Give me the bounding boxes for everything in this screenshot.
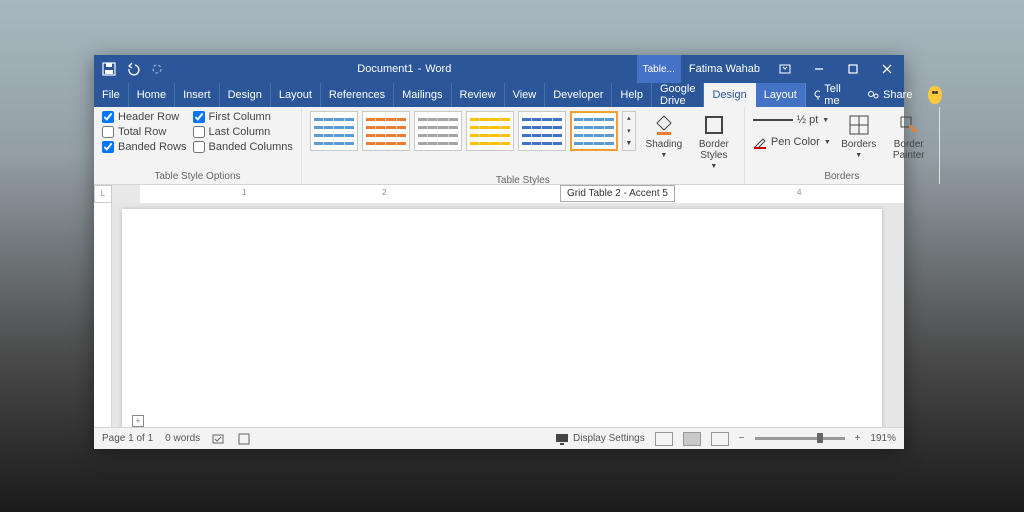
line-preview-icon (753, 119, 793, 121)
tab-mailings[interactable]: Mailings (394, 83, 451, 107)
checkbox-last-column[interactable]: Last Column (193, 126, 293, 138)
border-styles-icon (702, 113, 726, 137)
pen-weight-dropdown[interactable]: ½ pt ▼ (753, 111, 831, 129)
table-style-thumb[interactable] (362, 111, 410, 151)
shading-button[interactable]: Shading▼ (642, 111, 686, 162)
web-layout-icon[interactable] (711, 432, 729, 446)
status-page[interactable]: Page 1 of 1 (102, 433, 153, 444)
share-button[interactable]: Share (861, 89, 918, 101)
tab-help[interactable]: Help (612, 83, 652, 107)
status-bar: Page 1 of 1 0 words Display Settings − +… (94, 427, 904, 449)
user-name: Fatima Wahab (681, 63, 768, 75)
read-mode-icon[interactable] (655, 432, 673, 446)
redo-icon[interactable] (150, 62, 164, 76)
ribbon-options-icon[interactable] (768, 55, 802, 83)
table-style-thumb-selected[interactable] (570, 111, 618, 151)
tab-design[interactable]: Design (220, 83, 271, 107)
tab-references[interactable]: References (321, 83, 394, 107)
border-styles-button[interactable]: Border Styles▼ (692, 111, 736, 173)
title-bar-right: Table... Fatima Wahab (637, 55, 904, 83)
checkbox-banded-columns[interactable]: Banded Columns (193, 141, 293, 153)
feedback-smiley-icon[interactable] (928, 86, 941, 104)
tab-table-layout[interactable]: Layout (756, 83, 806, 107)
table-tools-label: Table... (637, 55, 681, 83)
borders-icon (847, 113, 871, 137)
minimize-icon[interactable] (802, 55, 836, 83)
checkbox-total-row[interactable]: Total Row (102, 126, 187, 138)
group-label-borders: Borders (753, 169, 931, 182)
group-borders: ½ pt ▼ Pen Color ▼ Borders▼ Border Paint (745, 107, 940, 184)
tab-google-drive[interactable]: Google Drive (652, 83, 704, 107)
zoom-out-button[interactable]: − (739, 433, 745, 444)
table-anchor-icon[interactable]: + (132, 415, 144, 427)
tab-review[interactable]: Review (452, 83, 505, 107)
table-style-thumb[interactable] (518, 111, 566, 151)
ribbon-tabs: File Home Insert Design Layout Reference… (94, 83, 904, 107)
undo-icon[interactable] (126, 62, 140, 76)
share-icon (867, 89, 879, 101)
document-name: Document1 (357, 63, 413, 75)
macro-icon[interactable] (238, 433, 250, 445)
table-style-thumb[interactable] (414, 111, 462, 151)
checkbox-header-row[interactable]: Header Row (102, 111, 187, 123)
tab-home[interactable]: Home (129, 83, 175, 107)
print-layout-icon[interactable] (683, 432, 701, 446)
app-name: Word (425, 63, 451, 75)
document-page[interactable]: + (122, 209, 882, 427)
tab-view[interactable]: View (505, 83, 546, 107)
group-table-style-options: Header Row Total Row Banded Rows First C… (94, 107, 302, 184)
maximize-icon[interactable] (836, 55, 870, 83)
border-painter-icon (897, 113, 921, 137)
title-bar: Document1 - Word Table... Fatima Wahab (94, 55, 904, 83)
tell-me-search[interactable]: Tell me (806, 83, 855, 107)
quick-access-toolbar (94, 62, 172, 76)
table-style-thumb[interactable] (310, 111, 358, 151)
border-painter-button[interactable]: Border Painter (887, 111, 931, 163)
document-area: + (94, 203, 904, 427)
borders-button[interactable]: Borders▼ (837, 111, 881, 162)
window-title: Document1 - Word (172, 63, 637, 75)
zoom-slider[interactable] (755, 437, 845, 440)
lightbulb-icon (812, 89, 821, 101)
shading-icon (652, 113, 676, 137)
display-settings-button[interactable]: Display Settings (555, 433, 645, 445)
ruler-track[interactable]: 1 2 3 4 Grid Table 2 - Accent 5 (112, 185, 904, 203)
style-tooltip: Grid Table 2 - Accent 5 (560, 185, 675, 202)
zoom-in-button[interactable]: + (855, 433, 861, 444)
gallery-more-button[interactable]: ▴▾▼ (622, 111, 636, 151)
ribbon: Header Row Total Row Banded Rows First C… (94, 107, 904, 185)
tab-developer[interactable]: Developer (545, 83, 612, 107)
pen-color-icon (753, 135, 767, 149)
status-words[interactable]: 0 words (165, 433, 200, 444)
checkbox-banded-rows[interactable]: Banded Rows (102, 141, 187, 153)
monitor-icon (555, 433, 569, 445)
tab-table-design[interactable]: Design (704, 83, 755, 107)
group-label-style-options: Table Style Options (102, 169, 293, 182)
word-app-window: Document1 - Word Table... Fatima Wahab F… (94, 55, 904, 449)
tab-layout[interactable]: Layout (271, 83, 321, 107)
save-icon[interactable] (102, 62, 116, 76)
table-styles-gallery: ▴▾▼ (310, 111, 636, 151)
zoom-level[interactable]: 191% (870, 433, 896, 444)
checkbox-first-column[interactable]: First Column (193, 111, 293, 123)
vertical-ruler[interactable] (94, 203, 112, 427)
horizontal-ruler[interactable]: L 1 2 3 4 Grid Table 2 - Accent 5 (94, 185, 904, 203)
pen-color-dropdown[interactable]: Pen Color ▼ (753, 133, 831, 151)
close-icon[interactable] (870, 55, 904, 83)
group-table-styles: ▴▾▼ Shading▼ Border Styles▼ Table Styles (302, 107, 745, 184)
ruler-corner[interactable]: L (94, 185, 112, 203)
tab-insert[interactable]: Insert (175, 83, 220, 107)
tab-file[interactable]: File (94, 83, 129, 107)
spellcheck-icon[interactable] (212, 433, 226, 445)
table-style-thumb[interactable] (466, 111, 514, 151)
